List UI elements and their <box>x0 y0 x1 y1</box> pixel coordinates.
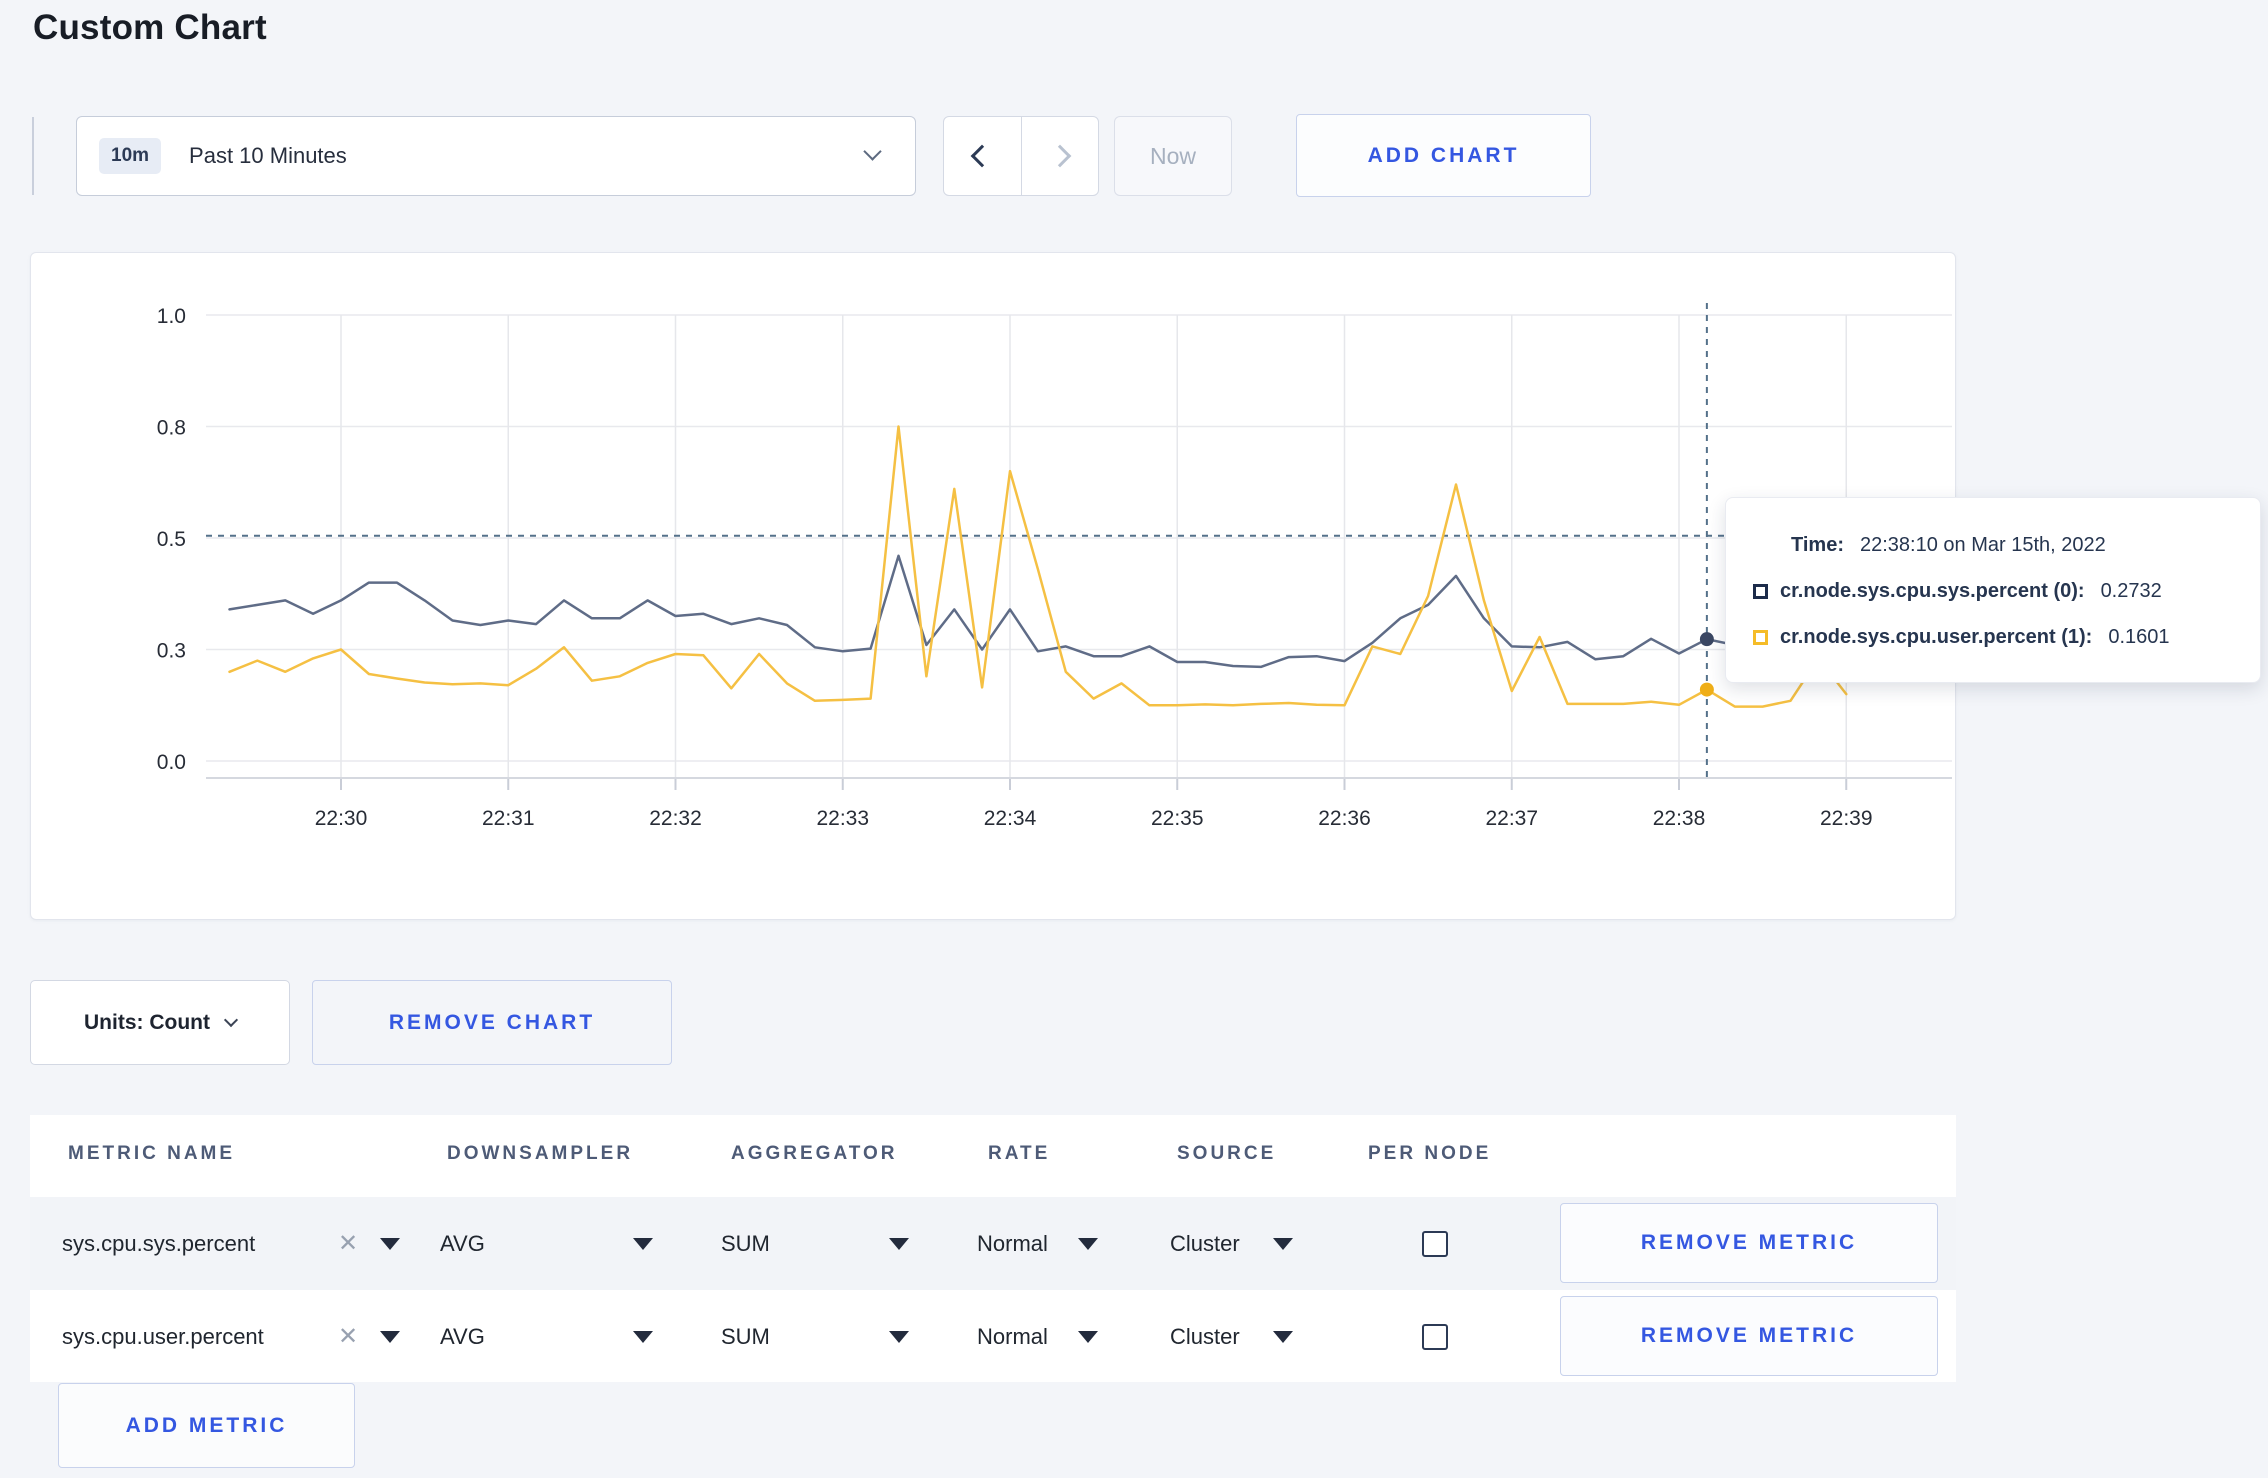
custom-chart-plot[interactable]: 0.0 0.3 0.5 0.8 1.0 22:30 22:31 22:32 22:33 22:34… <box>31 253 1957 921</box>
chevron-down-icon <box>863 142 882 161</box>
aggregator-select[interactable]: SUM <box>721 1290 770 1383</box>
toolbar-left-divider <box>32 117 34 195</box>
remove-metric-x-icon[interactable]: ✕ <box>338 1197 358 1290</box>
remove-chart-button[interactable]: REMOVE CHART <box>312 980 672 1065</box>
svg-text:0.3: 0.3 <box>157 640 186 663</box>
remove-metric-button[interactable]: REMOVE METRIC <box>1560 1203 1938 1283</box>
now-button[interactable]: Now <box>1114 116 1232 196</box>
caret-down-icon <box>633 1237 653 1250</box>
remove-metric-button[interactable]: REMOVE METRIC <box>1560 1296 1938 1376</box>
caret-down-icon <box>380 1237 400 1250</box>
tooltip-time-value: 22:38:10 on Mar 15th, 2022 <box>1859 533 2106 556</box>
rate-select[interactable]: Normal <box>977 1290 1048 1383</box>
svg-text:0.0: 0.0 <box>157 751 186 774</box>
source-select[interactable]: Cluster <box>1170 1197 1240 1290</box>
prev-time-button[interactable] <box>944 117 1021 195</box>
table-row: sys.cpu.user.percent ✕ AVG SUM Normal Cl… <box>30 1290 1956 1383</box>
page-title: Custom Chart <box>33 8 267 47</box>
metric-name-select[interactable]: sys.cpu.user.percent <box>62 1290 264 1383</box>
table-row: sys.cpu.sys.percent ✕ AVG SUM Normal Clu… <box>30 1197 1956 1290</box>
col-header-aggregator: AGGREGATOR <box>731 1143 898 1164</box>
svg-text:0.5: 0.5 <box>157 528 186 551</box>
svg-text:22:34: 22:34 <box>984 807 1037 830</box>
source-caret[interactable] <box>1273 1197 1293 1290</box>
aggregator-caret[interactable] <box>889 1197 909 1290</box>
svg-text:22:36: 22:36 <box>1318 807 1371 830</box>
metrics-table-header: METRIC NAME DOWNSAMPLER AGGREGATOR RATE … <box>30 1115 1956 1197</box>
per-node-cell <box>1422 1290 1448 1383</box>
tooltip-series-value: 0.1601 <box>2108 625 2170 648</box>
per-node-checkbox[interactable] <box>1422 1230 1448 1257</box>
svg-text:22:38: 22:38 <box>1653 807 1706 830</box>
caret-down-icon <box>380 1330 400 1343</box>
metric-name-caret[interactable] <box>380 1290 400 1383</box>
col-header-downsampler: DOWNSAMPLER <box>447 1143 634 1164</box>
time-range-label: Past 10 Minutes <box>189 143 347 168</box>
tooltip-series-label: cr.node.sys.cpu.user.percent (1): <box>1780 625 2093 648</box>
caret-down-icon <box>889 1330 909 1343</box>
caret-down-icon <box>1273 1237 1293 1250</box>
tooltip-series-label: cr.node.sys.cpu.sys.percent (0): <box>1780 579 2085 602</box>
chevron-left-icon <box>970 144 994 168</box>
chart-tooltip: Time: 22:38:10 on Mar 15th, 2022 cr.node… <box>1725 497 2261 683</box>
chevron-down-icon <box>223 1012 239 1027</box>
svg-text:22:35: 22:35 <box>1151 807 1204 830</box>
caret-down-icon <box>1273 1330 1293 1343</box>
rate-select[interactable]: Normal <box>977 1197 1048 1290</box>
sys-series-swatch-icon <box>1753 583 1768 599</box>
time-step-group <box>943 116 1099 196</box>
aggregator-caret[interactable] <box>889 1290 909 1383</box>
tooltip-time-label: Time: <box>1791 533 1844 556</box>
metric-name-select[interactable]: sys.cpu.sys.percent <box>62 1197 255 1290</box>
source-select[interactable]: Cluster <box>1170 1290 1240 1383</box>
aggregator-select[interactable]: SUM <box>721 1197 770 1290</box>
svg-text:22:33: 22:33 <box>816 807 869 830</box>
svg-text:22:30: 22:30 <box>315 807 368 830</box>
svg-text:22:37: 22:37 <box>1485 807 1538 830</box>
caret-down-icon <box>1078 1237 1098 1250</box>
tooltip-series-value: 0.2732 <box>2100 579 2162 602</box>
svg-text:22:32: 22:32 <box>649 807 702 830</box>
col-header-rate: RATE <box>988 1143 1051 1164</box>
col-header-source: SOURCE <box>1177 1143 1277 1164</box>
units-dropdown[interactable]: Units: Count <box>30 980 290 1065</box>
next-time-button[interactable] <box>1020 117 1099 195</box>
add-chart-button[interactable]: ADD CHART <box>1296 114 1591 197</box>
downsampler-select[interactable]: AVG <box>440 1197 485 1290</box>
source-caret[interactable] <box>1273 1290 1293 1383</box>
svg-text:0.8: 0.8 <box>157 417 186 440</box>
downsampler-select[interactable]: AVG <box>440 1290 485 1383</box>
rate-caret[interactable] <box>1078 1197 1098 1290</box>
per-node-checkbox[interactable] <box>1422 1323 1448 1350</box>
caret-down-icon <box>633 1330 653 1343</box>
per-node-cell <box>1422 1197 1448 1290</box>
metric-name-caret[interactable] <box>380 1197 400 1290</box>
svg-text:22:31: 22:31 <box>482 807 535 830</box>
downsampler-caret[interactable] <box>633 1290 653 1383</box>
svg-text:1.0: 1.0 <box>157 305 186 328</box>
remove-metric-x-icon[interactable]: ✕ <box>338 1290 358 1383</box>
time-range-dropdown[interactable]: 10m Past 10 Minutes <box>76 116 916 196</box>
user-series-swatch-icon <box>1753 629 1768 645</box>
time-range-badge: 10m <box>99 138 162 174</box>
col-header-metric-name: METRIC NAME <box>68 1143 236 1164</box>
caret-down-icon <box>1078 1330 1098 1343</box>
rate-caret[interactable] <box>1078 1290 1098 1383</box>
units-dropdown-label: Units: Count <box>84 1010 210 1034</box>
col-header-per-node: PER NODE <box>1368 1143 1492 1164</box>
chart-card: 0.0 0.3 0.5 0.8 1.0 22:30 22:31 22:32 22:33 22:34… <box>30 252 1956 920</box>
svg-text:22:39: 22:39 <box>1820 807 1873 830</box>
metrics-table: METRIC NAME DOWNSAMPLER AGGREGATOR RATE … <box>30 1115 1956 1382</box>
add-metric-button[interactable]: ADD METRIC <box>58 1383 355 1468</box>
downsampler-caret[interactable] <box>633 1197 653 1290</box>
caret-down-icon <box>889 1237 909 1250</box>
chevron-right-icon <box>1048 144 1072 168</box>
